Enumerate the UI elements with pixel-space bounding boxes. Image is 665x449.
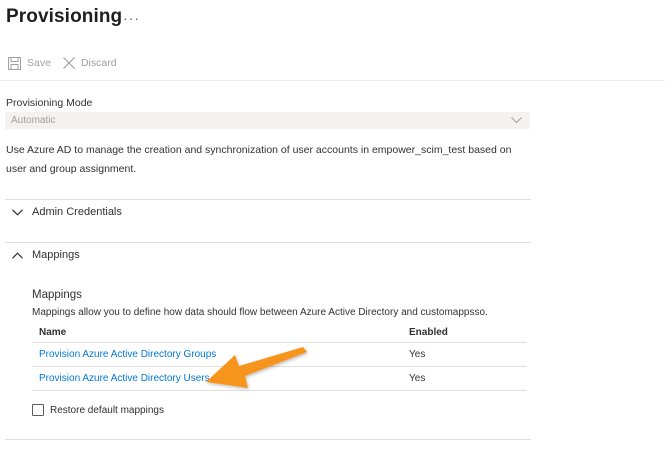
arrow-annotation xyxy=(206,347,307,388)
